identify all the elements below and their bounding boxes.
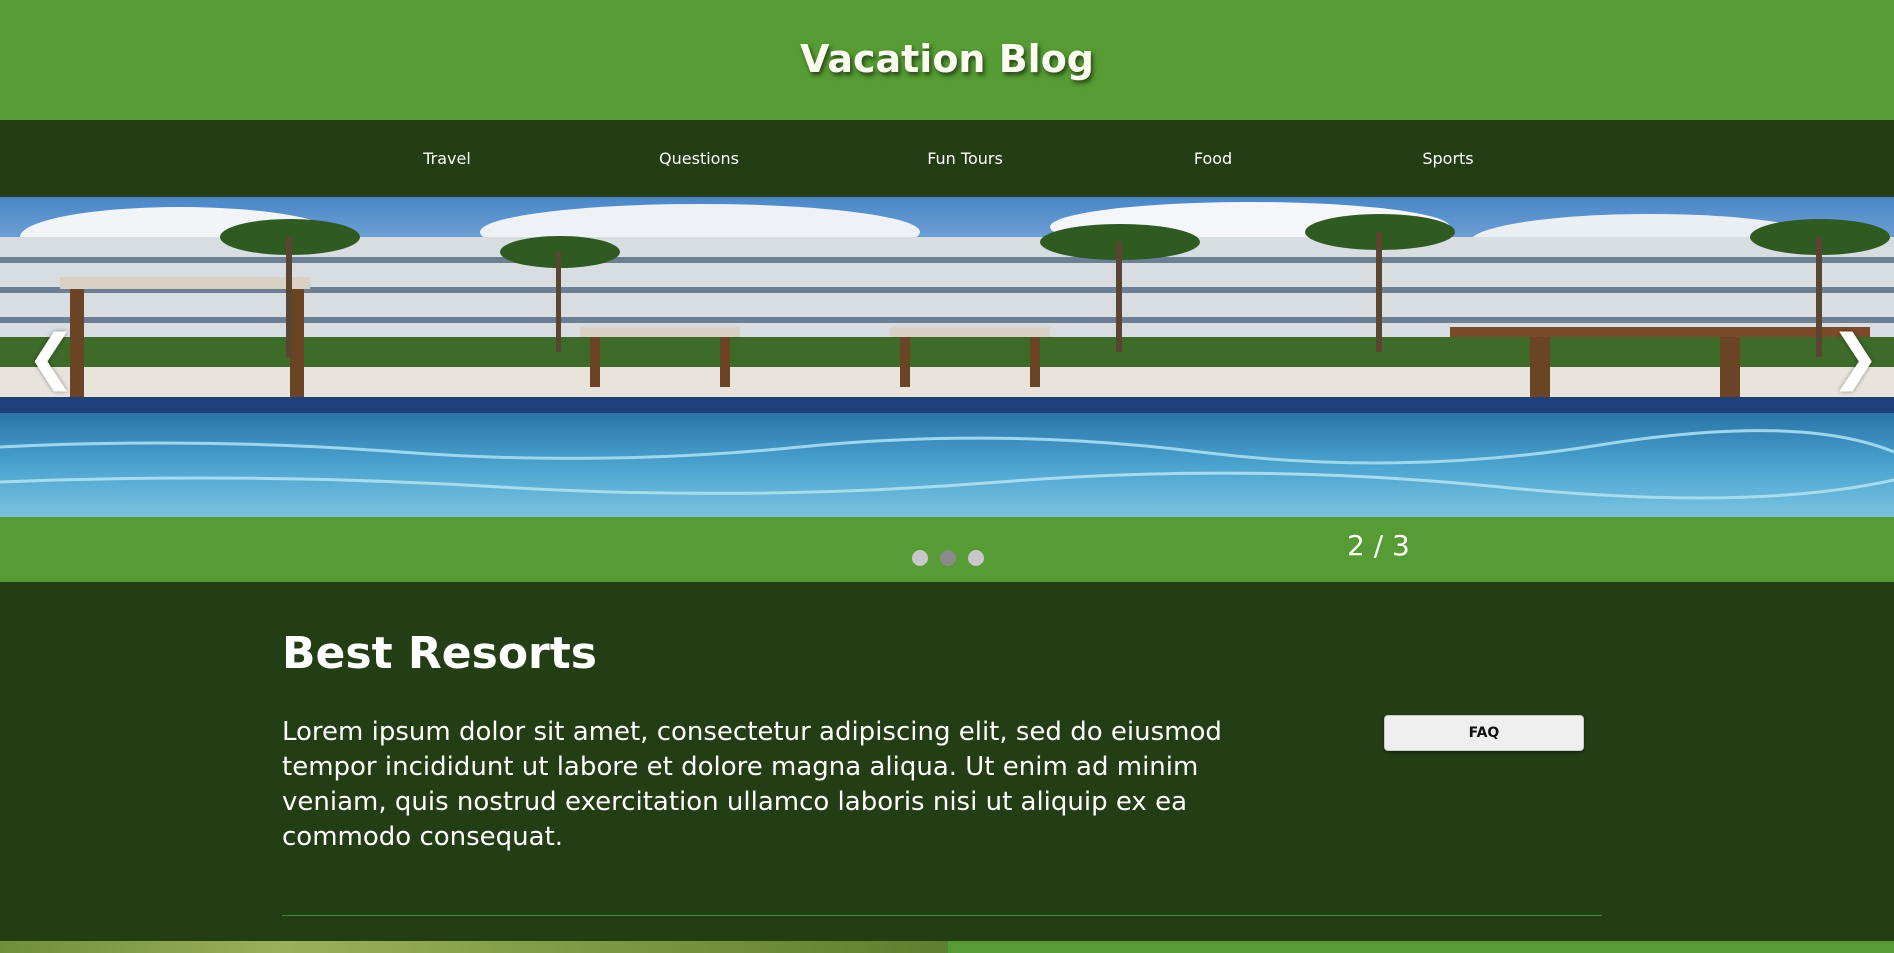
- slide-dot-2[interactable]: [940, 550, 956, 566]
- nav-item-fun-tours[interactable]: Fun Tours: [927, 120, 1003, 197]
- bottom-image: [0, 941, 948, 953]
- divider: [282, 915, 1602, 916]
- nav-item-food[interactable]: Food: [1194, 120, 1232, 197]
- slide-dot-1[interactable]: [912, 550, 928, 566]
- nav-item-sports[interactable]: Sports: [1422, 120, 1473, 197]
- faq-button[interactable]: FAQ: [1384, 715, 1584, 751]
- main-content: Best Resorts Lorem ipsum dolor sit amet,…: [0, 582, 1894, 953]
- previous-slide-icon[interactable]: ❮: [26, 317, 76, 397]
- slide-counter: 2 / 3: [1347, 529, 1410, 562]
- site-header: Vacation Blog: [0, 0, 1894, 120]
- resort-pool-image: [0, 197, 1894, 517]
- nav-item-questions[interactable]: Questions: [659, 120, 739, 197]
- nav-item-travel[interactable]: Travel: [423, 120, 471, 197]
- slideshow: ❮ ❯: [0, 197, 1894, 517]
- slide-controls: 2 / 3: [0, 517, 1894, 582]
- section-title: Best Resorts: [282, 628, 597, 679]
- section-text: Lorem ipsum dolor sit amet, consectetur …: [282, 717, 1222, 852]
- next-slide-icon[interactable]: ❯: [1830, 317, 1880, 397]
- bottom-panel: [948, 941, 1894, 953]
- slide-dot-3[interactable]: [968, 550, 984, 566]
- main-nav: Travel Questions Fun Tours Food Sports: [0, 120, 1894, 197]
- site-title: Vacation Blog: [799, 37, 1095, 81]
